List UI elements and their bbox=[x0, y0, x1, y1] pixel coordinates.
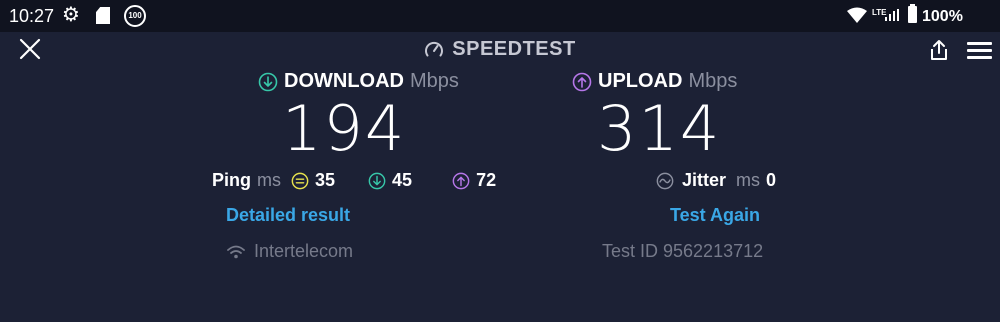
ping-idle-value: 35 bbox=[315, 170, 336, 190]
share-button[interactable] bbox=[927, 38, 951, 62]
jitter-icon bbox=[656, 172, 674, 189]
download-header: DOWNLOAD Mbps bbox=[258, 70, 459, 93]
close-icon bbox=[19, 38, 41, 60]
ping-download-value: 45 bbox=[392, 170, 413, 190]
share-icon bbox=[931, 40, 947, 60]
arrow-up-circle-icon bbox=[572, 72, 592, 91]
signal-icon bbox=[885, 9, 899, 21]
app-bar: SPEEDTEST bbox=[0, 38, 1000, 64]
upload-label: UPLOAD bbox=[598, 70, 683, 92]
menu-button[interactable] bbox=[967, 42, 992, 60]
arrow-down-circle-icon bbox=[258, 72, 278, 91]
battery-percent: 100% bbox=[922, 8, 963, 25]
ping-upload-value: 72 bbox=[476, 170, 497, 190]
download-value: 194 bbox=[282, 92, 407, 165]
ping-unit: ms bbox=[257, 170, 281, 190]
test-again-button[interactable]: Test Again bbox=[670, 205, 760, 226]
jitter-value: 0 bbox=[766, 170, 777, 190]
speedometer-icon bbox=[425, 41, 444, 56]
wifi-icon bbox=[847, 7, 867, 23]
detailed-result-link[interactable]: Detailed result bbox=[226, 205, 350, 226]
provider: Intertelecom bbox=[226, 241, 353, 262]
download-latency-icon bbox=[368, 172, 386, 189]
battery-saver-icon: 100 bbox=[124, 5, 146, 27]
ping-label: Ping bbox=[212, 170, 251, 190]
upload-latency-icon bbox=[452, 172, 470, 189]
status-bar: 10:27 ⚙ 100 LTE 100% bbox=[0, 0, 1000, 32]
download-unit: Mbps bbox=[409, 70, 459, 92]
upload-value: 314 bbox=[597, 92, 722, 165]
ping-row: Ping ms 35 45 72 bbox=[212, 170, 496, 191]
app-title: SPEEDTEST bbox=[452, 38, 576, 60]
wifi-icon bbox=[227, 245, 245, 258]
download-label: DOWNLOAD bbox=[284, 70, 404, 92]
jitter-row: Jitter ms 0 bbox=[656, 170, 776, 191]
status-time: 10:27 bbox=[9, 6, 55, 26]
jitter-label: Jitter bbox=[682, 170, 727, 190]
upload-unit: Mbps bbox=[688, 70, 738, 92]
idle-latency-icon bbox=[291, 172, 309, 189]
close-button[interactable] bbox=[19, 38, 41, 60]
gear-icon: ⚙ bbox=[62, 4, 80, 26]
upload-header: UPLOAD Mbps bbox=[572, 70, 737, 93]
test-id: Test ID 9562213712 bbox=[602, 241, 764, 261]
jitter-unit: ms bbox=[736, 170, 761, 190]
battery-icon bbox=[908, 4, 917, 23]
sd-card-icon bbox=[96, 7, 110, 24]
provider-name: Intertelecom bbox=[254, 241, 354, 261]
